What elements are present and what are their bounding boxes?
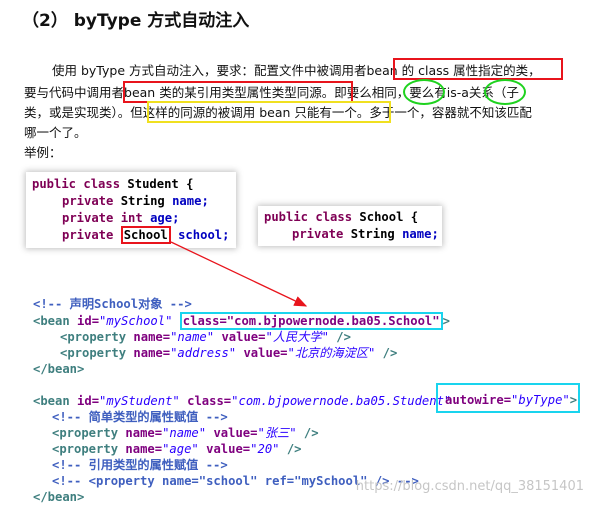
xml-attr: value= — [243, 346, 288, 360]
xml-comment: <!-- 声明School对象 --> — [33, 296, 192, 313]
xml-line: </bean> — [33, 361, 84, 378]
xml-line: <property name="address" value="北京的海淀区" … — [60, 345, 397, 362]
xml-line: <property name="name" value="张三" /> — [52, 425, 319, 442]
xml-line: <property name="name" value="人民大学" /> — [60, 329, 351, 346]
cyan-highlight-class: class="com.bjpowernode.ba05.School" — [179, 312, 443, 330]
xml-value: "byType" — [511, 393, 570, 407]
xml-value: "age" — [162, 442, 199, 456]
xml-line: </bean> — [33, 489, 84, 506]
comment-text: <!-- 简单类型的属性赋值 --> — [52, 410, 228, 424]
xml-tag: /> — [303, 426, 319, 440]
xml-value: "北京的海淀区" — [287, 346, 376, 360]
xml-tag: <bean — [33, 394, 70, 408]
watermark: https://blog.csdn.net/qq_38151401 — [355, 479, 584, 494]
xml-tag: > — [569, 393, 578, 407]
xml-tag: </bean> — [33, 362, 85, 376]
xml-comment: <!-- 简单类型的属性赋值 --> — [52, 409, 228, 426]
xml-comment: <!-- 引用类型的属性赋值 --> — [52, 457, 228, 474]
xml-value: "name" — [162, 426, 207, 440]
xml-value: "address" — [170, 346, 237, 360]
xml-attr: name= — [125, 442, 163, 456]
xml-attr: name= — [125, 426, 163, 440]
xml-attr: id= — [77, 314, 100, 328]
xml-value: "张三" — [257, 426, 297, 440]
xml-attr: name= — [133, 330, 171, 344]
xml-value: "mySchool" — [99, 314, 173, 328]
xml-value: "myStudent" — [99, 394, 180, 408]
xml-attr: value= — [221, 330, 266, 344]
xml-attr: class= — [187, 394, 232, 408]
comment-text: <!-- 声明School对象 --> — [33, 297, 192, 311]
xml-tag: </bean> — [33, 490, 85, 504]
xml-attr: value= — [213, 426, 258, 440]
xml-tag: <property — [60, 330, 127, 344]
xml-tag: <property — [52, 442, 119, 456]
xml-tag: <bean — [33, 314, 70, 328]
xml-attr: value= — [206, 442, 251, 456]
xml-value: "com.bjpowernode.ba05.Student" — [231, 394, 452, 408]
xml-tag: /> — [286, 442, 302, 456]
xml-tag: /> — [382, 346, 398, 360]
xml-line: <bean id="myStudent" class="com.bjpowern… — [33, 393, 451, 410]
xml-tag: <property — [52, 426, 119, 440]
xml-tag: /> — [336, 330, 351, 344]
xml-attr: id= — [77, 394, 100, 408]
xml-attr: name= — [133, 346, 171, 360]
xml-value: "人民大学" — [265, 330, 329, 344]
xml-line: <property name="age" value="20" /> — [52, 441, 302, 458]
xml-value: "20" — [250, 442, 280, 456]
xml-line: <bean id="mySchool" class="com.bjpowerno… — [33, 312, 450, 330]
xml-attr: autowire= — [445, 393, 512, 407]
xml-attr: class="com.bjpowernode.ba05.School" — [182, 314, 440, 328]
xml-tag: > — [442, 314, 450, 328]
xml-value: "name" — [170, 330, 215, 344]
xml-tag: <property — [60, 346, 127, 360]
xml-autowire: autowire="byType"> — [445, 392, 577, 409]
comment-text: <!-- 引用类型的属性赋值 --> — [52, 458, 228, 472]
